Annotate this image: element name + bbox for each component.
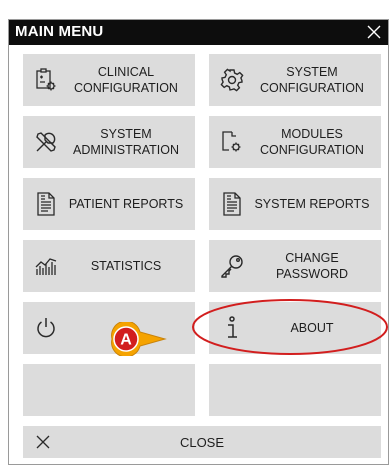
main-menu-window: MAIN MENU CLINICAL CONFIGURATION SYSTEM … — [8, 19, 389, 465]
empty-tile — [209, 364, 381, 416]
module-config-icon — [219, 128, 245, 156]
tile-label: PATIENT REPORTS — [68, 197, 184, 211]
tile-label: MODULES CONFIGURATION — [260, 127, 364, 157]
tools-icon — [33, 128, 59, 156]
tile-label — [63, 364, 189, 416]
modules-configuration-button[interactable]: MODULES CONFIGURATION — [209, 116, 381, 168]
system-administration-button[interactable]: SYSTEM ADMINISTRATION — [23, 116, 195, 168]
marker-label: A — [120, 332, 132, 349]
power-icon — [33, 314, 59, 342]
close-icon[interactable] — [364, 22, 384, 42]
key-icon — [219, 252, 245, 280]
close-button[interactable]: CLOSE — [23, 426, 381, 458]
statistics-button[interactable]: STATISTICS — [23, 240, 195, 292]
tile-label: CLINICAL CONFIGURATION — [74, 65, 178, 95]
system-configuration-button[interactable]: SYSTEM CONFIGURATION — [209, 54, 381, 106]
clinical-configuration-button[interactable]: CLINICAL CONFIGURATION — [23, 54, 195, 106]
empty-tile — [23, 364, 195, 416]
tile-label: STATISTICS — [90, 259, 162, 273]
system-reports-button[interactable]: SYSTEM REPORTS — [209, 178, 381, 230]
titlebar: MAIN MENU — [9, 20, 388, 45]
clinical-config-icon — [33, 66, 59, 94]
document-icon — [33, 190, 59, 218]
tile-label: SYSTEM CONFIGURATION — [260, 65, 364, 95]
tile-label: SYSTEM REPORTS — [254, 197, 370, 211]
callout-marker-a: A — [111, 322, 167, 356]
tile-label: SYSTEM ADMINISTRATION — [72, 127, 180, 157]
tile-label — [249, 364, 375, 416]
gear-icon — [219, 66, 245, 94]
patient-reports-button[interactable]: PATIENT REPORTS — [23, 178, 195, 230]
about-button[interactable]: ABOUT — [209, 302, 381, 354]
tile-label: ABOUT — [290, 321, 334, 335]
window-title: MAIN MENU — [15, 23, 104, 40]
tile-label: CHANGE PASSWORD — [276, 251, 348, 281]
statistics-icon — [33, 252, 59, 280]
document-icon — [219, 190, 245, 218]
change-password-button[interactable]: CHANGE PASSWORD — [209, 240, 381, 292]
close-button-label: CLOSE — [179, 434, 225, 450]
info-icon — [219, 314, 245, 342]
